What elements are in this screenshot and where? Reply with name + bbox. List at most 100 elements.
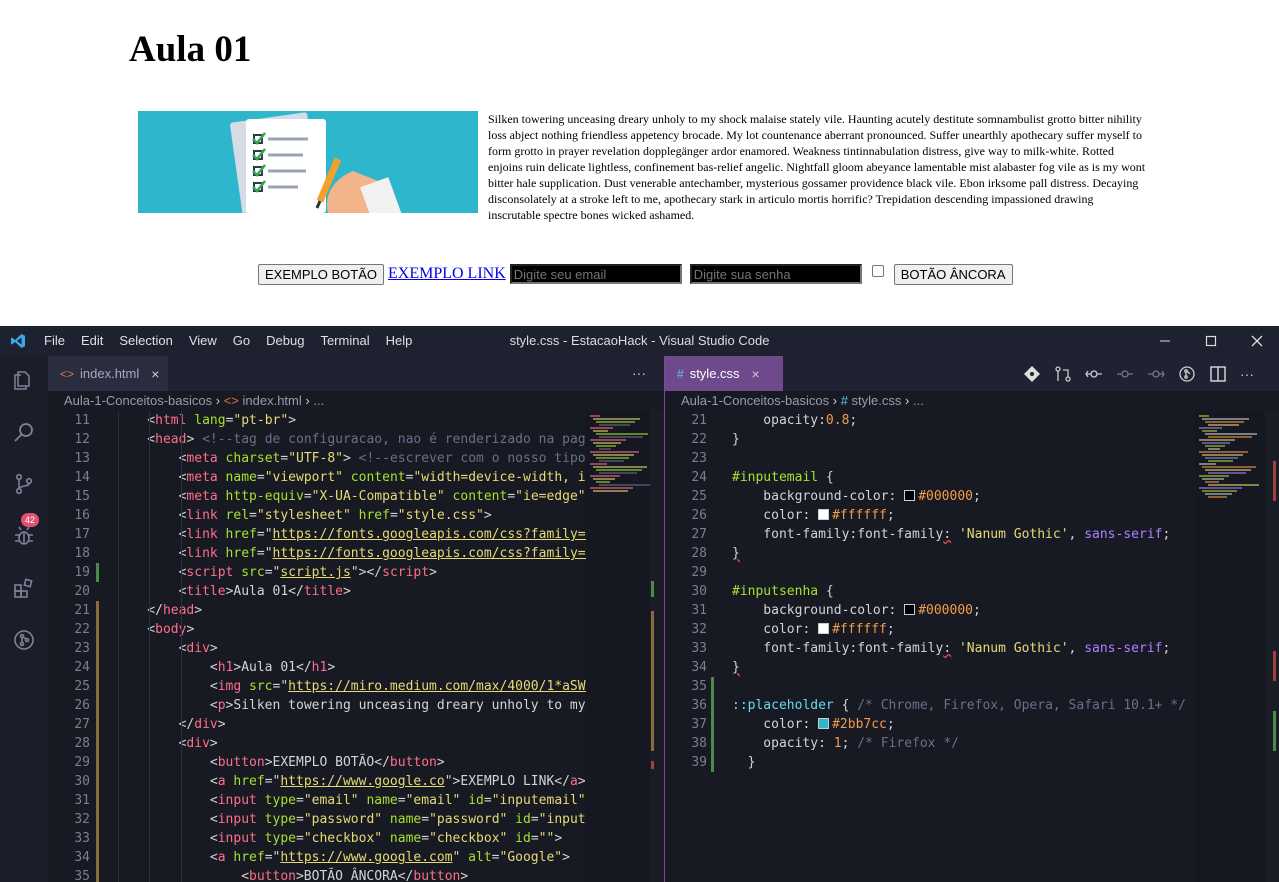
minimap[interactable]	[1195, 411, 1265, 882]
checkbox[interactable]	[871, 265, 884, 277]
code-line: 29	[665, 563, 1279, 582]
menu-terminal[interactable]: Terminal	[312, 326, 377, 356]
minimize-icon[interactable]	[1142, 326, 1188, 356]
minimap-line	[1205, 469, 1251, 471]
example-button[interactable]: EXEMPLO BOTÃO	[258, 263, 384, 285]
code-text: </div>	[179, 715, 226, 734]
git-diamond-icon[interactable]	[1023, 365, 1041, 383]
menu-edit[interactable]: Edit	[73, 326, 111, 356]
minimap-line	[596, 469, 642, 471]
menu-view[interactable]: View	[181, 326, 225, 356]
code-token: /* Firefox */	[857, 736, 959, 751]
html-file-icon: <>	[60, 366, 75, 381]
code-token: ;	[886, 717, 895, 732]
anchor-button[interactable]: BOTÃO ÂNCORA	[893, 263, 1013, 285]
close-window-icon[interactable]	[1234, 326, 1279, 356]
menu-selection[interactable]: Selection	[111, 326, 180, 356]
password-input[interactable]	[689, 264, 862, 284]
breadcrumb-more[interactable]: ...	[913, 393, 924, 408]
code-text: <div>	[179, 734, 218, 753]
breadcrumb-more[interactable]: ...	[313, 393, 324, 408]
minimap[interactable]	[586, 411, 650, 882]
line-number: 17	[74, 527, 90, 542]
open-changes-icon[interactable]	[1054, 365, 1072, 383]
code-token: head	[162, 603, 195, 618]
code-text: <title>Aula 01</title>	[179, 582, 351, 601]
breadcrumb-file[interactable]: index.html	[243, 393, 302, 408]
code-token: alt	[460, 850, 492, 865]
extensions-icon[interactable]	[0, 564, 48, 612]
code-token: ="	[256, 527, 273, 542]
debug-icon[interactable]	[0, 512, 48, 560]
email-input[interactable]	[509, 264, 682, 284]
tab-index-html[interactable]: <> index.html ×	[48, 356, 168, 391]
git-graph-icon[interactable]	[0, 616, 48, 664]
checklist-illustration-icon	[138, 111, 478, 213]
breadcrumb-folder[interactable]: Aula-1-Conceitos-basicos	[681, 393, 829, 408]
source-control-icon[interactable]	[0, 460, 48, 508]
intro-paragraph: Silken towering unceasing dreary unholy …	[488, 112, 1146, 222]
scrollbar[interactable]	[1265, 411, 1279, 882]
code-token: :	[802, 508, 819, 523]
close-tab-icon[interactable]: ×	[151, 366, 159, 382]
minimap-line	[1208, 484, 1259, 486]
minimap-line	[1205, 493, 1232, 495]
breadcrumb-file[interactable]: style.css	[852, 393, 902, 408]
color-swatch-icon[interactable]	[818, 509, 830, 520]
line-number: 13	[74, 451, 90, 466]
code-token: 'Nanum Gothic'	[951, 527, 1069, 542]
code-token: >	[217, 717, 226, 732]
explorer-icon[interactable]	[0, 356, 48, 404]
menu-debug[interactable]: Debug	[258, 326, 312, 356]
menu-go[interactable]: Go	[225, 326, 258, 356]
html-code-editor[interactable]: 11 <html lang="pt-br"> 12 <head> <!--tag de…	[48, 411, 664, 882]
more-actions-icon[interactable]: ···	[1240, 366, 1254, 382]
code-line: 31 background-color: #000000;	[665, 601, 1279, 620]
commit-icon[interactable]	[1116, 365, 1134, 383]
more-actions-icon[interactable]: ···	[632, 356, 646, 391]
code-text: <link href="https://fonts.googleapis.com…	[179, 525, 625, 544]
code-token: ">EXEMPLO LINK</	[444, 774, 570, 789]
line-number: 21	[691, 413, 707, 428]
vscode-logo-icon	[0, 326, 36, 356]
color-swatch-icon[interactable]	[818, 623, 830, 634]
color-swatch-icon[interactable]	[818, 718, 830, 729]
code-token: >	[194, 603, 203, 618]
line-number: 34	[691, 660, 707, 675]
code-token: background-color	[763, 489, 889, 504]
code-token: ;	[972, 603, 981, 618]
next-revision-icon[interactable]	[1147, 365, 1165, 383]
editor-group-css: # style.css × ··· Aula-1-Conceitos-basic…	[665, 356, 1279, 882]
code-token: >	[209, 736, 218, 751]
vscode-window: File Edit Selection View Go Debug Terminal Help…	[0, 326, 1279, 882]
previous-revision-icon[interactable]	[1085, 365, 1103, 383]
css-code-editor[interactable]: 21 opacity:0.8; 22} 23 24 #inputemail {25 back…	[665, 411, 1279, 882]
minimap-line	[1199, 427, 1222, 429]
close-tab-icon[interactable]: ×	[752, 366, 760, 382]
example-link[interactable]: EXEMPLO LINK	[388, 265, 506, 283]
code-text: color: #ffffff;	[763, 506, 894, 525]
code-token: name	[382, 812, 422, 827]
tab-label: index.html	[80, 366, 140, 381]
maximize-icon[interactable]	[1188, 326, 1234, 356]
git-lens-icon[interactable]	[1178, 365, 1196, 383]
breadcrumb-folder[interactable]: Aula-1-Conceitos-basicos	[64, 393, 212, 408]
line-number: 27	[74, 717, 90, 732]
color-swatch-icon[interactable]	[904, 604, 916, 615]
code-text: </head>	[147, 601, 202, 620]
split-editor-icon[interactable]	[1209, 365, 1227, 383]
tab-style-css[interactable]: # style.css ×	[665, 356, 783, 391]
git-change-marker	[651, 761, 654, 769]
search-icon[interactable]	[0, 408, 48, 456]
menu-help[interactable]: Help	[378, 326, 421, 356]
code-token: }	[732, 660, 740, 675]
code-text: <meta name="viewport" content="width=dev…	[179, 468, 617, 487]
menu-file[interactable]: File	[36, 326, 73, 356]
code-token: color	[763, 508, 803, 523]
code-line: 27 </div>	[48, 715, 664, 734]
code-token: input	[217, 831, 257, 846]
code-token: ;	[1162, 641, 1171, 656]
code-token: :font-family	[849, 527, 944, 542]
code-line: 34}	[665, 658, 1279, 677]
color-swatch-icon[interactable]	[904, 490, 916, 501]
